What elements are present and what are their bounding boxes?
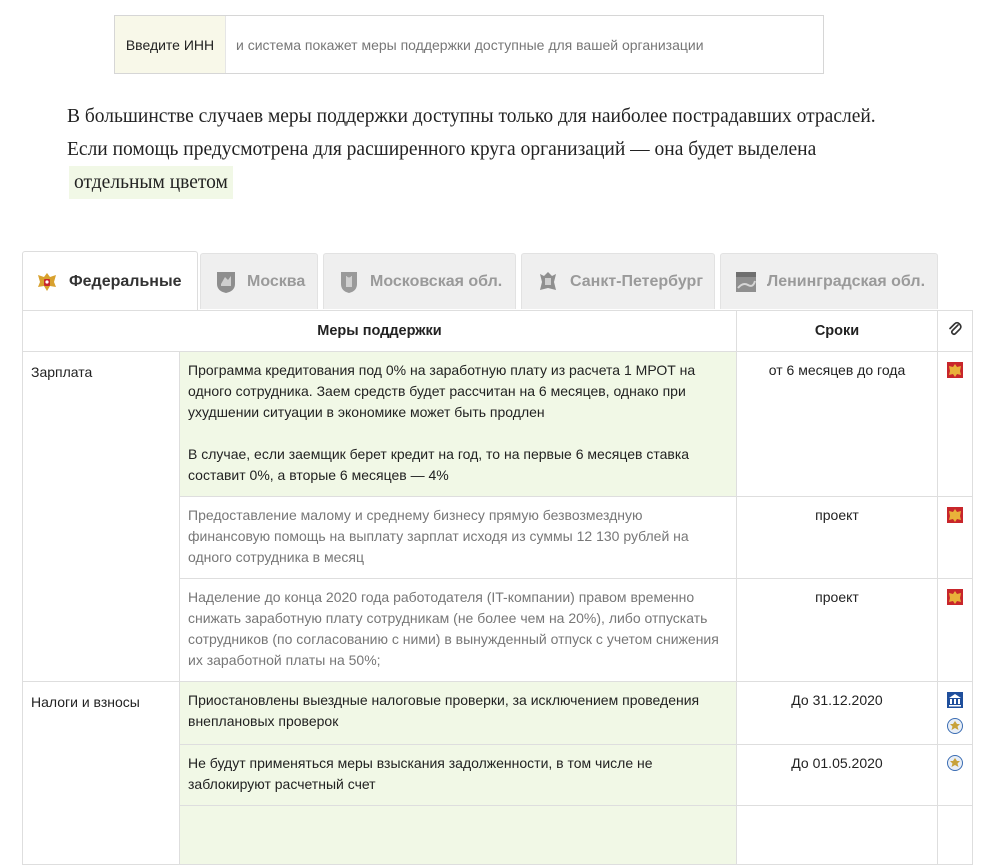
deadline-cell: До 01.05.2020 xyxy=(736,744,938,806)
table-row: Зарплата Программа кредитования под 0% н… xyxy=(22,351,973,682)
tax-service-icon[interactable] xyxy=(947,755,963,771)
moscow-oblast-emblem-icon xyxy=(341,271,357,293)
tab-label: Федеральные xyxy=(69,272,182,290)
source-cell xyxy=(937,805,973,865)
column-header-source xyxy=(937,310,973,352)
measure-cell xyxy=(179,805,737,865)
moscow-emblem-icon xyxy=(217,271,235,293)
measure-extra-text: В случае, если заемщик берет кредит на г… xyxy=(188,446,690,483)
inn-search-box: Введите ИНН xyxy=(114,15,824,74)
category-cell: Зарплата xyxy=(22,351,180,682)
category-cell: Налоги и взносы xyxy=(22,681,180,865)
intro-body: В большинстве случаев меры поддержки дос… xyxy=(67,106,876,160)
deadline-cell: До 31.12.2020 xyxy=(736,681,938,745)
source-cell xyxy=(937,744,973,806)
deadline-cell: от 6 месяцев до года xyxy=(736,351,938,497)
source-cell xyxy=(937,351,973,497)
measure-cell: Наделение до конца 2020 года работодател… xyxy=(179,578,737,682)
tab-leningrad-oblast[interactable]: Ленинградская обл. xyxy=(720,253,938,309)
russia-emblem-icon xyxy=(38,272,56,291)
measure-cell: Программа кредитования под 0% на заработ… xyxy=(179,351,737,497)
column-header-deadline: Сроки xyxy=(736,310,938,352)
paperclip-icon xyxy=(949,321,962,336)
inn-label: Введите ИНН xyxy=(115,16,226,73)
measure-text: Программа кредитования под 0% на заработ… xyxy=(188,362,696,420)
russia-emblem-icon[interactable] xyxy=(947,362,963,378)
leningrad-oblast-emblem-icon xyxy=(736,271,756,292)
support-measures-table: Меры поддержки Сроки Зарплата Программа … xyxy=(22,310,973,865)
government-building-icon[interactable] xyxy=(947,692,963,708)
measure-cell: Приостановлены выездные налоговые провер… xyxy=(179,681,737,745)
intro-text: В большинстве случаев меры поддержки дос… xyxy=(67,100,907,199)
tab-label: Санкт-Петербург xyxy=(570,272,703,290)
tab-label: Московская обл. xyxy=(370,272,503,290)
inn-input[interactable] xyxy=(226,16,823,73)
measure-cell: Не будут применяться меры взыскания задо… xyxy=(179,744,737,806)
deadline-cell: проект xyxy=(736,578,938,682)
column-header-measures: Меры поддержки xyxy=(22,310,737,352)
table-row: Налоги и взносы Приостановлены выездные … xyxy=(22,681,973,865)
tab-label: Москва xyxy=(247,272,306,290)
russia-emblem-icon[interactable] xyxy=(947,507,963,523)
tab-saint-petersburg[interactable]: Санкт-Петербург xyxy=(521,253,715,309)
measure-cell: Предоставление малому и среднему бизнесу… xyxy=(179,496,737,579)
table-header-row: Меры поддержки Сроки xyxy=(22,310,973,352)
tab-label: Ленинградская обл. xyxy=(767,272,926,290)
source-cell xyxy=(937,681,973,745)
tax-service-icon[interactable] xyxy=(947,718,963,734)
russia-emblem-icon[interactable] xyxy=(947,589,963,605)
deadline-cell xyxy=(736,805,938,865)
source-cell xyxy=(937,496,973,579)
highlight-sample: отдельным цветом xyxy=(69,166,233,199)
tab-moscow-oblast[interactable]: Московская обл. xyxy=(323,253,516,309)
tab-moscow[interactable]: Москва xyxy=(200,253,318,309)
tab-federal[interactable]: Федеральные xyxy=(22,251,198,311)
source-cell xyxy=(937,578,973,682)
deadline-cell: проект xyxy=(736,496,938,579)
spb-emblem-icon xyxy=(540,271,556,290)
